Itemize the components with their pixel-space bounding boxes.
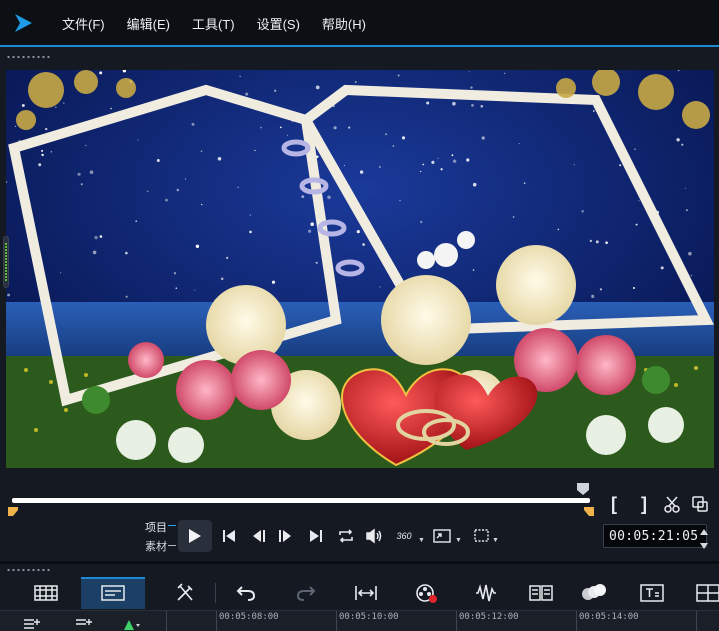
enlarge-dropdown-icon[interactable]: ▼ <box>455 537 462 544</box>
panel-divider <box>0 561 719 564</box>
ruler-tick <box>576 611 577 631</box>
previous-frame-icon[interactable] <box>248 524 270 548</box>
toolbar-separator <box>215 583 216 603</box>
redo-icon[interactable] <box>290 578 322 608</box>
multi-camera-icon[interactable] <box>525 578 557 608</box>
volume-icon[interactable] <box>362 524 386 548</box>
marker-icon[interactable] <box>116 618 140 631</box>
trim-in-marker[interactable] <box>8 503 18 516</box>
scissors-icon[interactable] <box>660 492 684 516</box>
storyboard-view-icon[interactable] <box>30 578 62 608</box>
timecode-display[interactable]: 00:05:21:05 <box>603 524 707 548</box>
fit-timeline-icon[interactable] <box>350 578 382 608</box>
trim-out-marker[interactable] <box>584 503 594 516</box>
video-preview[interactable] <box>6 70 714 468</box>
go-to-end-icon[interactable] <box>305 524 327 548</box>
tools-icon[interactable] <box>170 578 202 608</box>
crop-dropdown-icon[interactable]: ▼ <box>492 537 499 544</box>
track-options-icon[interactable] <box>74 616 94 630</box>
menu-file[interactable]: 文件(F) <box>62 14 105 33</box>
play-icon <box>189 529 201 543</box>
menu-help[interactable]: 帮助(H) <box>322 14 366 33</box>
ruler-tick <box>336 611 337 631</box>
play-button[interactable] <box>178 520 212 552</box>
mode-project-label[interactable]: 项目 <box>145 519 167 535</box>
title-icon[interactable] <box>636 578 668 608</box>
go-to-start-icon[interactable] <box>218 524 240 548</box>
ruler-label: 00:05:08:00 <box>219 612 279 622</box>
audio-icon[interactable] <box>470 578 502 608</box>
playback-scrubber[interactable] <box>12 498 590 503</box>
menu-edit[interactable]: 编辑(E) <box>127 14 170 33</box>
mark-out-button[interactable]: ] <box>636 492 652 516</box>
ruler-tick <box>456 611 457 631</box>
ruler-label: 00:05:12:00 <box>459 612 519 622</box>
color-icon[interactable] <box>578 578 610 608</box>
ruler-label: 00:05:10:00 <box>339 612 399 622</box>
timeline-grip[interactable] <box>6 568 50 572</box>
ruler-label: 00:05:14:00 <box>579 612 639 622</box>
ruler-tick <box>166 611 167 631</box>
panel-grip[interactable] <box>6 55 50 59</box>
preview-frame-image <box>6 70 714 468</box>
mode-clip-indicator <box>168 545 176 546</box>
ruler-tick <box>216 611 217 631</box>
more-tracks-icon[interactable] <box>692 578 719 608</box>
timecode-down-icon[interactable] <box>699 538 709 549</box>
menu-settings[interactable]: 设置(S) <box>257 14 300 33</box>
next-frame-icon[interactable] <box>274 524 296 548</box>
mode-clip-label[interactable]: 素材 <box>145 538 167 554</box>
repeat-icon[interactable] <box>334 524 358 548</box>
record-capture-icon[interactable] <box>410 578 442 608</box>
app-logo-icon <box>0 0 46 46</box>
audio-level-meter <box>3 236 9 288</box>
ruler-tick <box>696 611 697 631</box>
enlarge-icon[interactable] <box>430 524 454 548</box>
menubar-accent-line <box>0 45 719 47</box>
mark-in-button[interactable]: [ <box>606 492 622 516</box>
crop-icon[interactable] <box>470 524 494 548</box>
timecode-up-icon[interactable] <box>699 524 709 535</box>
360-view-icon[interactable]: 360 <box>391 524 417 548</box>
video-editor-window: 文件(F) 编辑(E) 工具(T) 设置(S) 帮助(H) [] 项目 素材 … <box>0 0 719 631</box>
playhead-handle[interactable] <box>576 482 590 496</box>
copy-icon[interactable] <box>688 492 712 516</box>
add-track-icon[interactable] <box>22 616 42 630</box>
menu-tools[interactable]: 工具(T) <box>192 14 235 33</box>
menu-bar: 文件(F) 编辑(E) 工具(T) 设置(S) 帮助(H) <box>0 0 719 46</box>
mode-project-indicator <box>168 525 176 526</box>
360-dropdown-icon[interactable]: ▼ <box>418 537 425 544</box>
timeline-view-icon[interactable] <box>97 578 129 608</box>
undo-icon[interactable] <box>230 578 262 608</box>
